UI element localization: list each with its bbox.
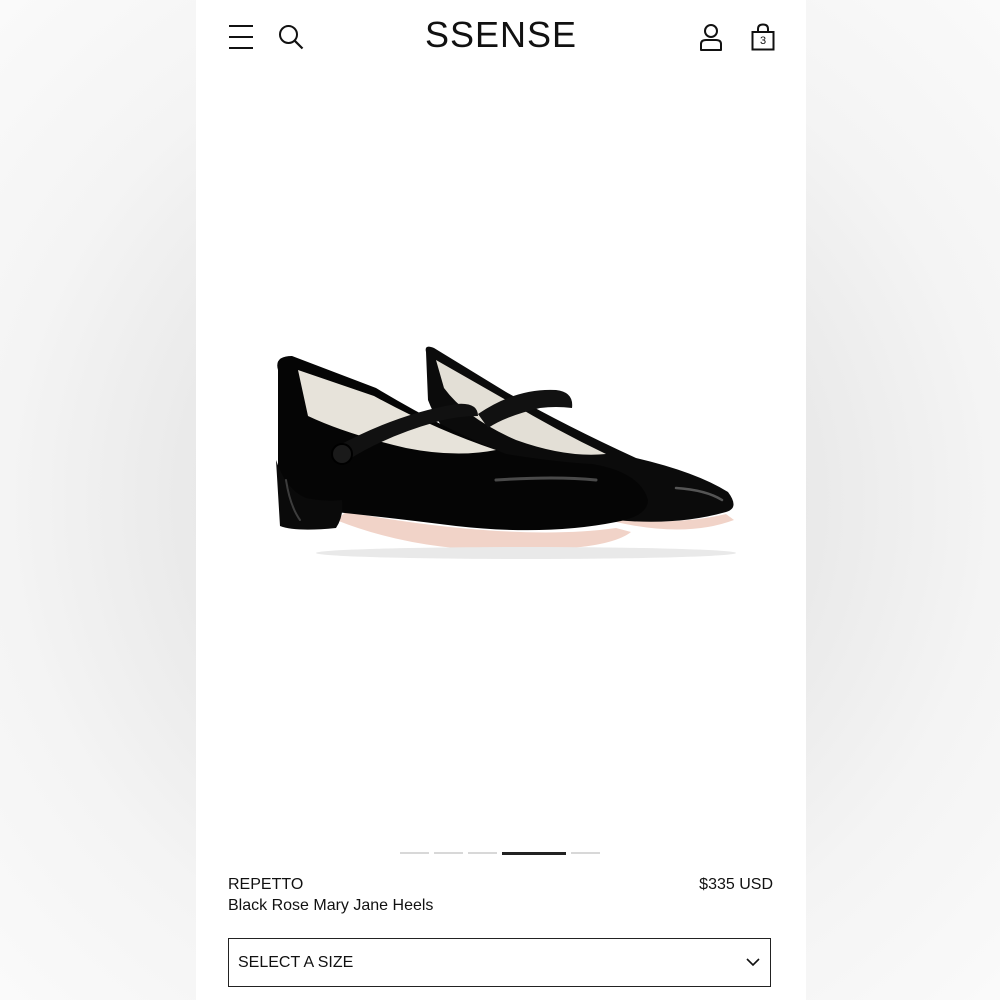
gallery-dot[interactable]: [571, 852, 600, 854]
shopping-bag-button[interactable]: 3: [750, 23, 776, 51]
product-image[interactable]: [256, 330, 746, 590]
gallery-dot[interactable]: [400, 852, 429, 854]
gallery-dot[interactable]: [502, 851, 566, 855]
size-select-label: SELECT A SIZE: [238, 954, 354, 971]
product-price: $335 USD: [699, 876, 773, 893]
bag-count-badge: 3: [759, 35, 767, 47]
size-select-dropdown[interactable]: SELECT A SIZE: [228, 938, 771, 987]
product-name: Black Rose Mary Jane Heels: [228, 897, 434, 914]
gallery-dot[interactable]: [434, 852, 463, 854]
user-account-icon[interactable]: [698, 23, 724, 51]
product-page: SSENSE 3 REPETTO Black Rose Mary Jane He…: [196, 0, 806, 1000]
product-brand[interactable]: REPETTO: [228, 876, 303, 894]
gallery-dot[interactable]: [468, 852, 497, 854]
chevron-down-icon: [746, 958, 760, 967]
